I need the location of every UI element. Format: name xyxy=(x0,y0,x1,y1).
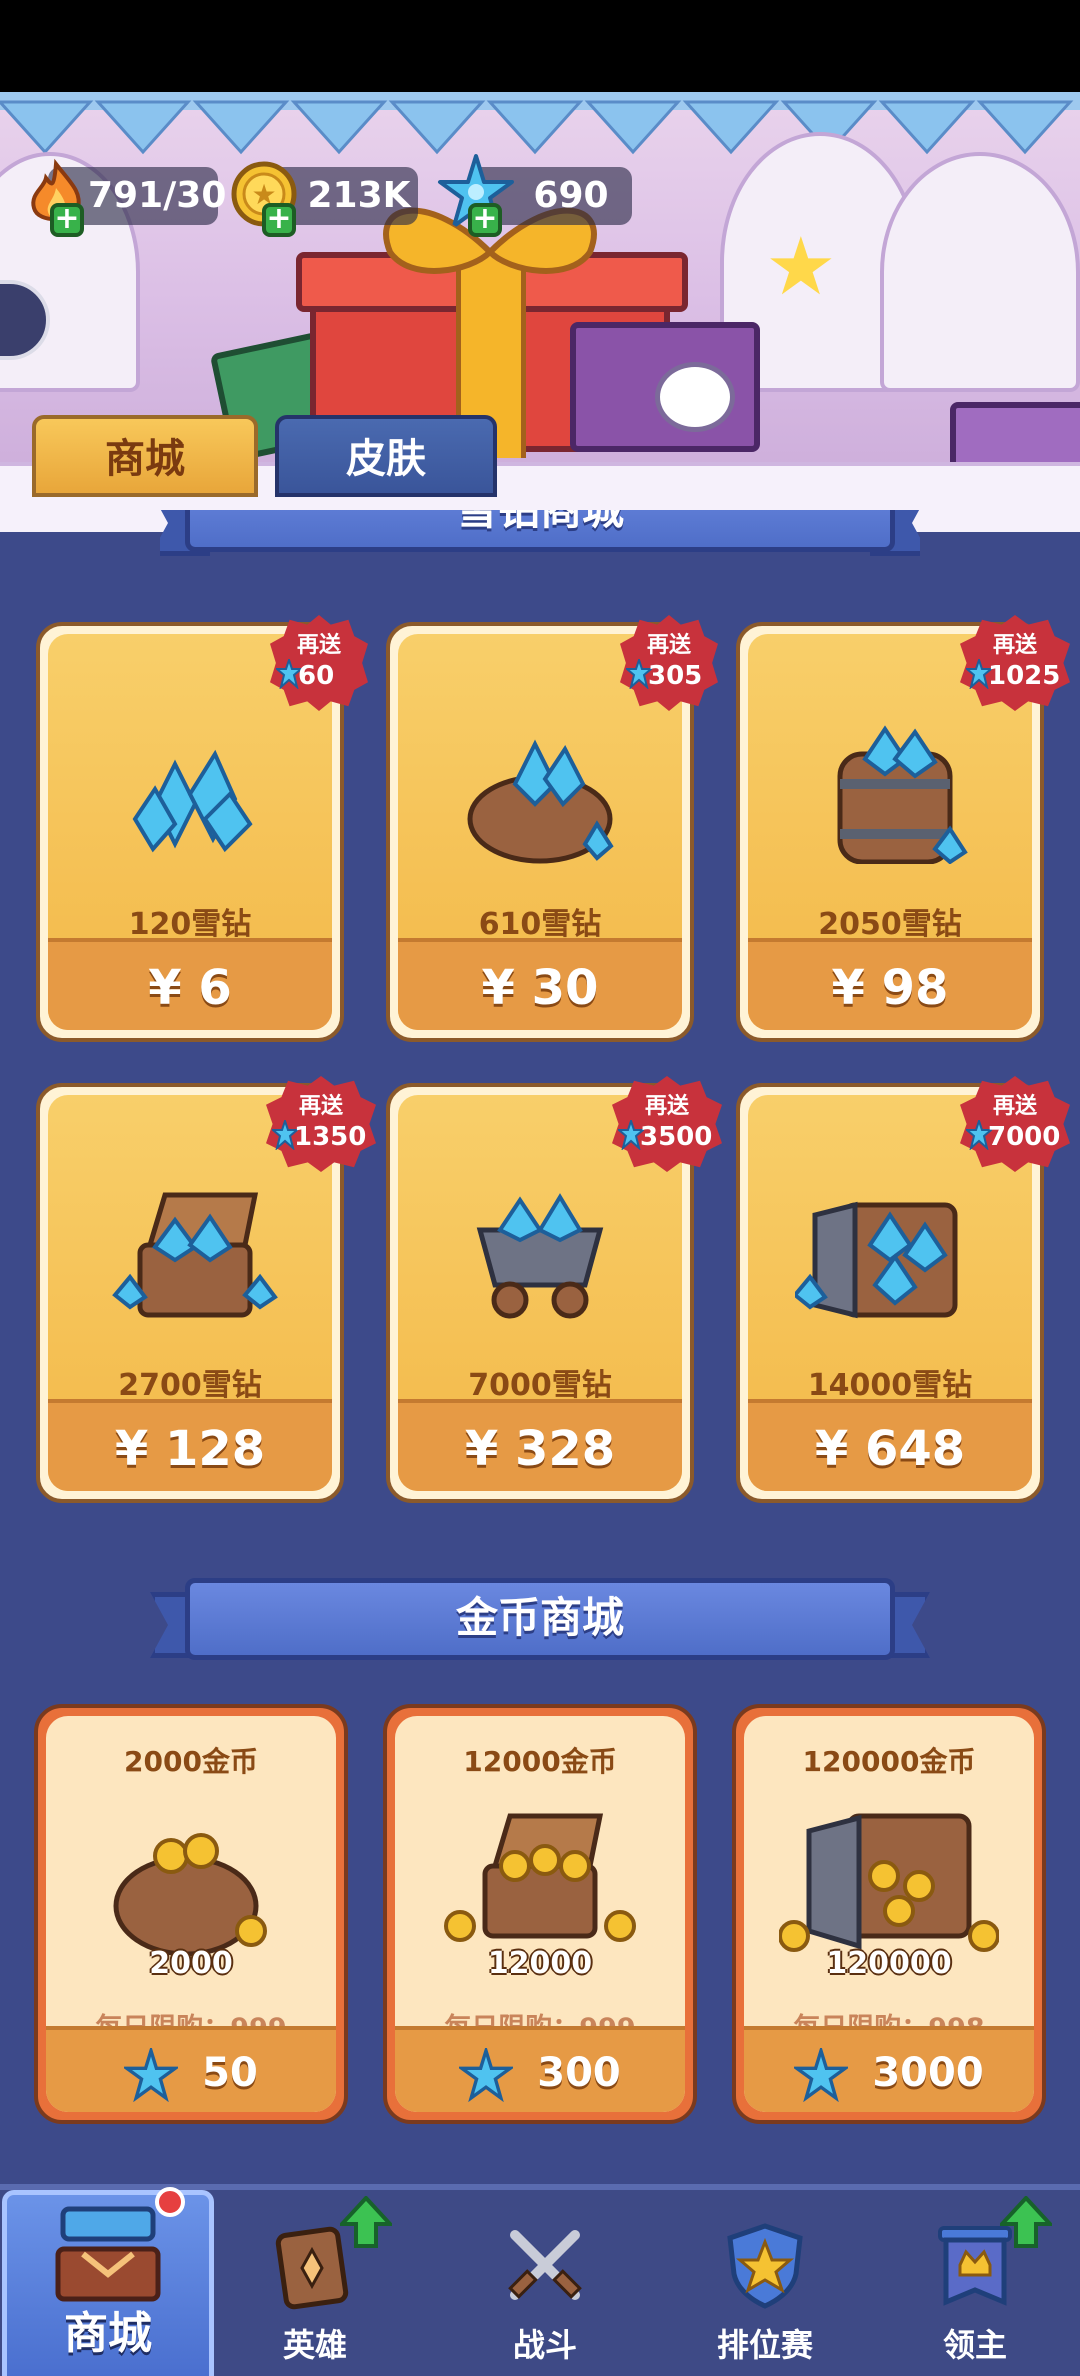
gold-pack-qty: 2000 xyxy=(149,1946,233,1981)
bonus-value: 305 xyxy=(648,661,703,691)
bonus-badge: 再送 60 xyxy=(270,615,368,711)
price-button[interactable]: 300 xyxy=(395,2026,685,2112)
pack-amount: 7000雪钻 xyxy=(468,1368,612,1403)
price-button[interactable]: ¥ 648 xyxy=(748,1399,1032,1491)
gold-vault-icon xyxy=(779,1813,999,1952)
diamond-shop-title: 雪钻商城 xyxy=(160,510,920,552)
nav-ranked-label: 排位赛 xyxy=(716,2326,813,2364)
bonus-value: 1025 xyxy=(988,661,1061,691)
nav-battle[interactable]: 战斗 xyxy=(460,2190,630,2376)
gold-pack-qty: 12000 xyxy=(487,1946,593,1981)
gold-sack-icon xyxy=(113,1833,267,1957)
tab-skin[interactable]: 皮肤 xyxy=(275,415,497,497)
price-button[interactable]: ¥ 6 xyxy=(48,938,332,1030)
crossed-swords-icon xyxy=(508,2230,582,2300)
pack-amount: 14000雪钻 xyxy=(807,1368,973,1403)
gold-pack-name: 2000金币 xyxy=(124,1745,258,1778)
gold-pack-name: 120000金币 xyxy=(802,1745,976,1778)
diamond-sack-icon xyxy=(467,739,614,864)
stamina-value: 791/30 xyxy=(88,175,227,216)
snowman xyxy=(655,362,735,432)
bonus-badge: 再送 3500 xyxy=(612,1076,722,1172)
price-value: 50 xyxy=(202,2050,258,2096)
nav-lord-label: 领主 xyxy=(942,2326,1007,2364)
pack-amount: 2050雪钻 xyxy=(818,907,962,942)
add-diamond-button[interactable]: + xyxy=(468,203,502,237)
bonus-badge: 再送 1350 xyxy=(266,1076,376,1172)
snow-diamond-icon xyxy=(124,2048,179,2102)
bonus-label: 再送 xyxy=(296,633,341,658)
diamond-chest-icon xyxy=(112,1192,278,1318)
diamond-pile-icon xyxy=(132,749,253,853)
gold-pack-qty: 120000 xyxy=(826,1946,952,1981)
bonus-value: 3500 xyxy=(640,1122,713,1152)
nav-heroes[interactable]: 英雄 xyxy=(230,2190,400,2376)
upgrade-arrow-icon xyxy=(340,2196,392,2248)
gold-pack-card[interactable]: 12000金币 12000 每日限购：999 300 xyxy=(383,1704,697,2124)
pack-amount: 2700雪钻 xyxy=(118,1368,262,1403)
price-value: 3000 xyxy=(872,2050,984,2096)
price-button[interactable]: 50 xyxy=(46,2026,336,2112)
bonus-label: 再送 xyxy=(992,1094,1037,1119)
gold-shop-title: 金币商城 xyxy=(455,1593,624,1642)
nav-heroes-label: 英雄 xyxy=(282,2326,347,2364)
nav-battle-label: 战斗 xyxy=(512,2326,577,2364)
diamond-barrel-icon xyxy=(837,725,968,864)
status-bar xyxy=(0,0,1080,92)
bonus-label: 再送 xyxy=(644,1094,689,1119)
price-button[interactable]: ¥ 98 xyxy=(748,938,1032,1030)
price-button[interactable]: ¥ 328 xyxy=(398,1399,682,1491)
bonus-badge: 再送 305 xyxy=(620,615,718,711)
snow-diamond-icon xyxy=(794,2048,849,2102)
notification-dot xyxy=(155,2187,185,2217)
star-decoration: ★ xyxy=(765,220,837,313)
gold-pack-card[interactable]: 2000金币 2000 每日限购：999 50 xyxy=(34,1704,348,2124)
snowy-tree xyxy=(880,152,1080,392)
diamond-shop-header: 雪钻商城 xyxy=(160,510,920,590)
gold-chest-icon xyxy=(444,1813,636,1942)
rank-shield-icon xyxy=(727,2223,803,2309)
nav-shop-label: 商城 xyxy=(64,2308,152,2359)
nav-ranked[interactable]: 排位赛 xyxy=(680,2190,850,2376)
gold-pack-name: 12000金币 xyxy=(463,1745,617,1778)
diamond-value: 690 xyxy=(533,175,609,216)
bonus-badge: 再送 1025 xyxy=(960,615,1070,711)
nav-lord[interactable]: 领主 xyxy=(890,2190,1060,2376)
bottom-nav: 商城 英雄 战斗 排位赛 领主 xyxy=(0,2184,1080,2376)
add-stamina-button[interactable]: + xyxy=(50,203,84,237)
add-gold-button[interactable]: + xyxy=(262,203,296,237)
price-button[interactable]: ¥ 128 xyxy=(48,1399,332,1491)
bunting-decoration xyxy=(0,92,1080,155)
bonus-value: 7000 xyxy=(988,1122,1061,1152)
price-value: 300 xyxy=(537,2050,621,2096)
bonus-label: 再送 xyxy=(992,633,1037,658)
gold-shop-header: 金币商城 xyxy=(150,1578,930,1660)
bonus-badge: 再送 7000 xyxy=(960,1076,1070,1172)
tab-shop[interactable]: 商城 xyxy=(32,415,258,497)
price-button[interactable]: ¥ 30 xyxy=(398,938,682,1030)
gold-pack-card[interactable]: 120000金币 120000 每日限购：998 3000 xyxy=(732,1704,1046,2124)
pack-amount: 610雪钻 xyxy=(478,907,602,942)
diamond-vault-icon xyxy=(795,1201,958,1319)
pack-amount: 120雪钻 xyxy=(128,907,252,942)
upgrade-arrow-icon xyxy=(1000,2196,1052,2248)
bonus-value: 1350 xyxy=(294,1122,367,1152)
price-button[interactable]: 3000 xyxy=(744,2026,1034,2112)
gold-value: 213K xyxy=(307,175,411,216)
bonus-label: 再送 xyxy=(298,1094,343,1119)
bonus-value: 60 xyxy=(298,661,335,691)
nav-shop[interactable]: 商城 xyxy=(2,2187,214,2376)
diamond-cart-icon xyxy=(476,1193,604,1319)
bonus-label: 再送 xyxy=(646,633,691,658)
snow-diamond-icon xyxy=(459,2048,514,2102)
shop-stall-icon xyxy=(55,2206,161,2302)
